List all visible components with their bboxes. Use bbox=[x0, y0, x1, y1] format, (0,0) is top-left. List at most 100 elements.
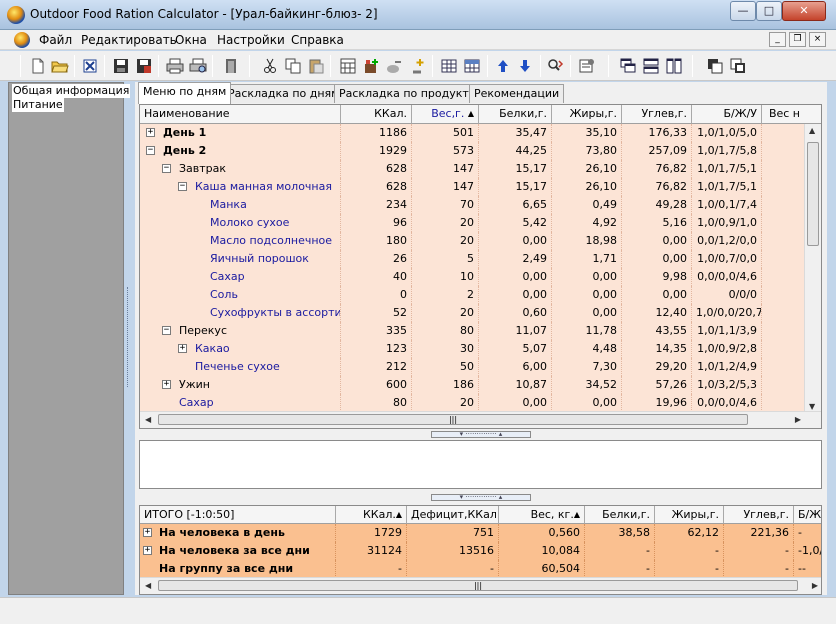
print-preview-icon[interactable] bbox=[187, 55, 209, 77]
column-header-carbs[interactable]: Углев,г. bbox=[622, 105, 692, 124]
cell-weight[interactable]: 70 bbox=[412, 196, 479, 214]
collapse-icon[interactable]: − bbox=[178, 182, 187, 191]
cell-bju[interactable]: 1,0/0,0/20,7 bbox=[692, 304, 762, 322]
collapse-icon[interactable]: − bbox=[162, 164, 171, 173]
cell-protein[interactable]: 6,65 bbox=[479, 196, 552, 214]
totals-cell-weight[interactable]: 10,084 bbox=[499, 542, 585, 560]
cell-bju[interactable]: 1,0/1,0/5,0 bbox=[692, 124, 762, 142]
tab-menu-by-days[interactable]: Меню по дням bbox=[138, 82, 232, 104]
column-header-name[interactable]: Наименование bbox=[140, 105, 341, 124]
cell-kcal[interactable]: 335 bbox=[341, 322, 412, 340]
cell-protein[interactable]: 10,87 bbox=[479, 376, 552, 394]
cell-protein[interactable]: 0,00 bbox=[479, 286, 552, 304]
cell-fat[interactable]: 26,10 bbox=[552, 178, 622, 196]
cell-weight[interactable]: 80 bbox=[412, 322, 479, 340]
cell-weight[interactable]: 573 bbox=[412, 142, 479, 160]
cell-fat[interactable]: 0,00 bbox=[552, 394, 622, 412]
cell-weight[interactable]: 501 bbox=[412, 124, 479, 142]
grid-row[interactable]: − Перекус 335 80 11,07 11,78 43,55 1,0/1,1/3,9 bbox=[140, 322, 804, 340]
cell-protein[interactable]: 6,00 bbox=[479, 358, 552, 376]
cell-name[interactable]: Яичный порошок bbox=[140, 250, 341, 268]
cell-bju[interactable]: 0,0/0,0/4,6 bbox=[692, 268, 762, 286]
totals-cell-fat[interactable]: - bbox=[655, 542, 724, 560]
totals-cell-bju[interactable]: -- bbox=[794, 560, 821, 578]
cell-protein[interactable]: 0,00 bbox=[479, 268, 552, 286]
cell-bju[interactable]: 1,0/0,9/1,0 bbox=[692, 214, 762, 232]
cell-fat[interactable]: 4,48 bbox=[552, 340, 622, 358]
totals-cell-kcal[interactable]: 1729 bbox=[336, 524, 407, 542]
exit-door-icon[interactable] bbox=[220, 55, 242, 77]
totals-cell-protein[interactable]: 38,58 bbox=[585, 524, 655, 542]
cell-kcal[interactable]: 40 bbox=[341, 268, 412, 286]
cell-name[interactable]: − День 2 bbox=[140, 142, 341, 160]
tab-recommendations[interactable]: Рекомендации bbox=[469, 84, 565, 103]
scroll-left-icon[interactable]: ◀ bbox=[145, 415, 151, 424]
save-icon[interactable] bbox=[110, 55, 132, 77]
horizontal-scroll-thumb[interactable]: ||| bbox=[158, 414, 748, 425]
grid-row[interactable]: − День 2 1929 573 44,25 73,80 257,09 1,0/1,7/5,… bbox=[140, 142, 804, 160]
totals-cell-carbs[interactable]: - bbox=[724, 560, 794, 578]
mdi-minimize-button[interactable]: _ bbox=[769, 32, 786, 47]
save-as-icon[interactable] bbox=[133, 55, 155, 77]
expand-icon[interactable]: + bbox=[162, 380, 171, 389]
totals-cell-name[interactable]: На группу за все дни bbox=[140, 560, 336, 578]
menu-file[interactable]: Файл bbox=[39, 33, 72, 47]
nav-item-general-info[interactable]: Общая информация bbox=[12, 84, 131, 98]
totals-cell-name[interactable]: + На человека в день bbox=[140, 524, 336, 542]
tab-layout-by-days[interactable]: Раскладка по дням bbox=[223, 84, 345, 103]
cell-protein[interactable]: 0,60 bbox=[479, 304, 552, 322]
cell-kcal[interactable]: 26 bbox=[341, 250, 412, 268]
cell-name[interactable]: Сахар bbox=[140, 394, 341, 412]
cell-carbs[interactable]: 19,96 bbox=[622, 394, 692, 412]
cell-carbs[interactable]: 257,09 bbox=[622, 142, 692, 160]
cell-weight[interactable]: 2 bbox=[412, 286, 479, 304]
cell-protein[interactable]: 44,25 bbox=[479, 142, 552, 160]
cell-name[interactable]: Сухофрукты в ассорти... bbox=[140, 304, 341, 322]
grid-row[interactable]: Масло подсолнечное 180 20 0,00 18,98 0,00 0,0/… bbox=[140, 232, 804, 250]
grid-row[interactable]: Печенье сухое 212 50 6,00 7,30 29,20 1,0/1,2/4… bbox=[140, 358, 804, 376]
document-icon[interactable] bbox=[14, 32, 30, 48]
cell-carbs[interactable]: 76,82 bbox=[622, 178, 692, 196]
cell-name[interactable]: Манка bbox=[140, 196, 341, 214]
cell-fat[interactable]: 11,78 bbox=[552, 322, 622, 340]
splitter-grip-upper[interactable]: ▾ ·············· ▴ bbox=[431, 431, 531, 438]
cell-name[interactable]: Сахар bbox=[140, 268, 341, 286]
cell-carbs[interactable]: 29,20 bbox=[622, 358, 692, 376]
collapse-icon[interactable]: − bbox=[146, 146, 155, 155]
totals-column-header-protein[interactable]: Белки,г. bbox=[585, 506, 655, 524]
cell-fat[interactable]: 26,10 bbox=[552, 160, 622, 178]
maximize-button[interactable]: □ bbox=[756, 1, 782, 21]
calculator-icon[interactable] bbox=[337, 55, 359, 77]
print-icon[interactable] bbox=[164, 55, 186, 77]
copy-icon[interactable] bbox=[282, 55, 304, 77]
totals-cell-deficit[interactable]: - bbox=[407, 560, 499, 578]
find-replace-icon[interactable] bbox=[545, 55, 567, 77]
totals-column-header-deficit[interactable]: Дефицит,ККал. bbox=[407, 506, 499, 524]
totals-cell-weight[interactable]: 60,504 bbox=[499, 560, 585, 578]
cell-kcal[interactable]: 212 bbox=[341, 358, 412, 376]
cell-name[interactable]: Молоко сухое bbox=[140, 214, 341, 232]
expand-icon[interactable]: + bbox=[178, 344, 187, 353]
cell-name[interactable]: Масло подсолнечное bbox=[140, 232, 341, 250]
cell-carbs[interactable]: 49,28 bbox=[622, 196, 692, 214]
grid-row[interactable]: + Ужин 600 186 10,87 34,52 57,26 1,0/3,2/5,3 bbox=[140, 376, 804, 394]
cell-kcal[interactable]: 96 bbox=[341, 214, 412, 232]
cell-weight[interactable]: 186 bbox=[412, 376, 479, 394]
notes-field[interactable] bbox=[139, 440, 822, 489]
paste-icon[interactable] bbox=[305, 55, 327, 77]
cell-carbs[interactable]: 5,16 bbox=[622, 214, 692, 232]
open-folder-icon[interactable] bbox=[49, 55, 71, 77]
cell-bju[interactable]: 1,0/1,2/4,9 bbox=[692, 358, 762, 376]
totals-row[interactable]: + На человека в день 1729 751 0,560 38,58 62,1… bbox=[140, 524, 821, 542]
grid-horizontal-scrollbar[interactable]: ◀ ||| ▶ bbox=[140, 411, 821, 428]
totals-column-header-weight[interactable]: Вес, кг.▲ bbox=[499, 506, 585, 524]
cell-bju[interactable]: 1,0/0,1/7,4 bbox=[692, 196, 762, 214]
totals-cell-fat[interactable]: 62,12 bbox=[655, 524, 724, 542]
cell-fat[interactable]: 34,52 bbox=[552, 376, 622, 394]
totals-cell-name[interactable]: + На человека за все дни bbox=[140, 542, 336, 560]
scroll-down-icon[interactable]: ▼ bbox=[809, 402, 815, 411]
grid-row[interactable]: Сухофрукты в ассорти... 52 20 0,60 0,00 12,40… bbox=[140, 304, 804, 322]
cell-fat[interactable]: 18,98 bbox=[552, 232, 622, 250]
cell-protein[interactable]: 0,00 bbox=[479, 394, 552, 412]
cell-kcal[interactable]: 1186 bbox=[341, 124, 412, 142]
